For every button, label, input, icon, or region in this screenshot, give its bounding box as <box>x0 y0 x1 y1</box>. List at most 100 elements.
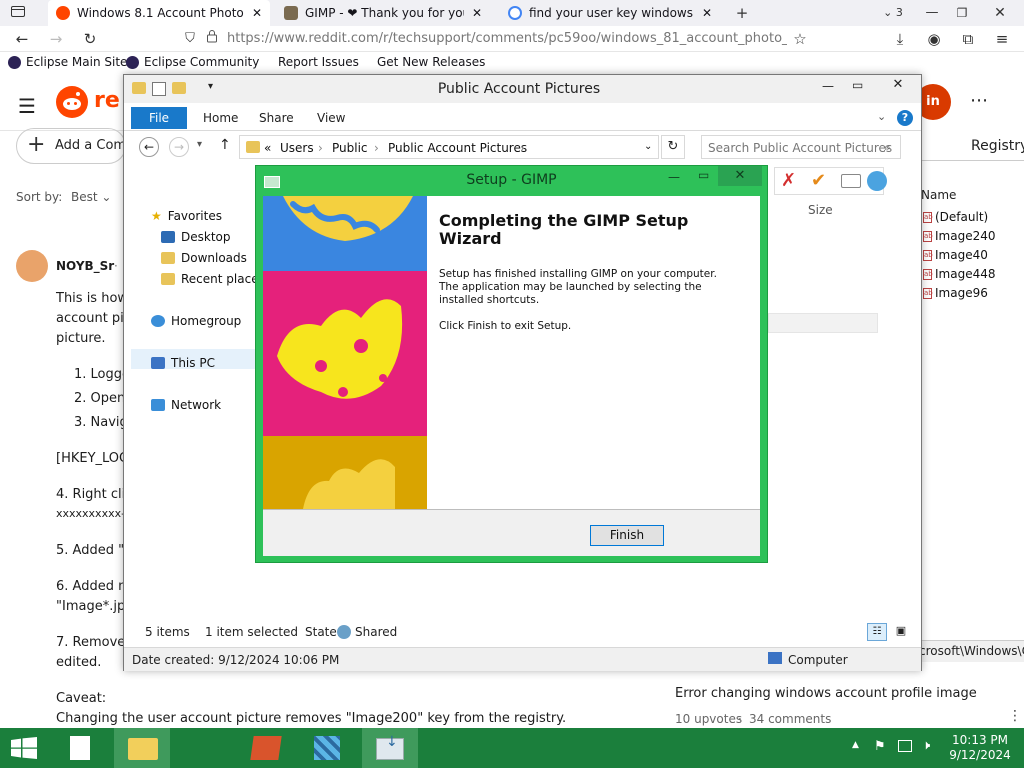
registry-name-column[interactable]: Name <box>921 188 956 202</box>
nav-network[interactable]: Network <box>151 398 221 412</box>
action-center-flag-icon[interactable]: ⚑ <box>874 739 886 754</box>
forward-icon[interactable]: → <box>46 29 66 49</box>
up-icon[interactable]: ↑ <box>219 137 231 153</box>
tab-overflow-button[interactable]: ⌄ 3 <box>876 3 910 23</box>
close-tab-icon[interactable]: ✕ <box>700 6 714 20</box>
more-options-icon[interactable]: ⋮ <box>1008 708 1022 724</box>
taskbar-document[interactable] <box>52 728 108 768</box>
tab-file[interactable]: File <box>131 107 187 129</box>
navigation-pane: ★ Favorites Desktop Downloads Recent plac… <box>131 165 265 625</box>
nav-desktop[interactable]: Desktop <box>161 230 231 244</box>
network-status-icon[interactable] <box>898 740 912 752</box>
add-comment-button[interactable]: + Add a Com <box>16 128 126 164</box>
close-tab-icon[interactable]: ✕ <box>470 6 484 20</box>
rename-icon[interactable] <box>841 174 861 188</box>
large-icons-view-icon[interactable]: ▣ <box>891 623 911 641</box>
breadcrumb-overflow[interactable]: « <box>264 141 271 155</box>
volume-muted-icon[interactable]: 🕨 <box>922 738 930 753</box>
reddit-logo-icon[interactable] <box>56 86 88 118</box>
close-window-icon[interactable]: ✕ <box>718 166 762 186</box>
refresh-icon[interactable]: ↻ <box>661 135 685 159</box>
nav-favorites[interactable]: ★ Favorites <box>151 209 222 223</box>
bookmark-eclipse-community[interactable]: Eclipse Community <box>126 55 259 69</box>
forward-icon[interactable]: → <box>169 137 189 157</box>
minimize-window-icon[interactable]: — <box>922 3 942 23</box>
share-icon[interactable] <box>867 171 887 191</box>
breadcrumb-public-account-pictures[interactable]: Public Account Pictures <box>388 141 527 155</box>
taskbar-registry-editor[interactable] <box>300 728 356 768</box>
nav-this-pc[interactable]: This PC <box>151 356 215 370</box>
back-icon[interactable]: ← <box>139 137 159 157</box>
recent-locations-icon[interactable]: ▾ <box>197 139 202 150</box>
checkmark-icon[interactable]: ✔ <box>811 170 826 191</box>
bookmark-eclipse-main[interactable]: Eclipse Main Site <box>8 55 127 69</box>
registry-value[interactable]: ab Image448 <box>923 267 996 281</box>
breadcrumb-separator[interactable]: › <box>374 141 379 155</box>
registry-value[interactable]: ab (Default) <box>923 210 988 224</box>
close-window-icon[interactable]: ✕ <box>876 75 920 95</box>
registry-value[interactable]: ab Image240 <box>923 229 996 243</box>
tab-google[interactable]: find your user key windows - Go ✕ <box>500 0 720 26</box>
taskbar-setup[interactable]: ↓ <box>362 728 418 768</box>
nav-homegroup[interactable]: Homegroup <box>151 314 241 328</box>
tracking-shield-icon[interactable]: ⛉ <box>180 29 200 49</box>
more-options-icon[interactable]: ⋯ <box>970 90 988 111</box>
menu-icon[interactable]: ≡ <box>992 29 1012 49</box>
extensions-icon[interactable]: ⧉ <box>958 29 978 49</box>
explorer-title-bar[interactable]: ▾ Public Account Pictures — ▭ ✕ <box>124 75 921 103</box>
dialog-title-bar[interactable]: Setup - GIMP — ▭ ✕ <box>256 166 767 194</box>
delete-icon[interactable]: ✗ <box>781 170 796 191</box>
size-column-header[interactable]: Size <box>808 203 833 217</box>
comment-username[interactable]: NOYB_Sr <box>56 259 114 273</box>
downloads-icon[interactable]: ⤓ <box>890 29 910 49</box>
account-icon[interactable]: ◉ <box>924 29 944 49</box>
close-tab-icon[interactable]: ✕ <box>250 6 264 20</box>
avatar[interactable] <box>16 250 48 282</box>
back-icon[interactable]: ← <box>12 29 32 49</box>
tab-home[interactable]: Home <box>191 107 250 129</box>
tab-reddit[interactable]: Windows 8.1 Account Photo Nc ✕ <box>48 0 270 26</box>
address-bar[interactable]: « Users › Public › Public Account Pictur… <box>239 135 659 159</box>
breadcrumb-separator[interactable]: › <box>520 141 525 155</box>
related-post-title[interactable]: Error changing windows account profile i… <box>675 686 977 701</box>
nav-downloads[interactable]: Downloads <box>161 251 247 265</box>
help-icon[interactable]: ? <box>897 110 913 126</box>
file-row-selected[interactable] <box>768 313 878 333</box>
address-dropdown-icon[interactable]: ⌄ <box>644 141 652 152</box>
url-bar[interactable]: https://www.reddit.com/r/techsupport/com… <box>227 28 787 50</box>
search-box[interactable]: Search Public Account Pictures ⌕ <box>701 135 901 159</box>
minimize-window-icon[interactable]: — <box>822 79 834 93</box>
maximize-window-icon[interactable]: ▭ <box>852 78 863 92</box>
bookmark-report-issues[interactable]: Report Issues <box>278 55 359 69</box>
tab-view[interactable]: View <box>305 107 357 129</box>
tab-gimp[interactable]: GIMP - ❤ Thank you for your ✕ <box>276 0 490 26</box>
lock-icon[interactable] <box>202 29 222 49</box>
expand-ribbon-icon[interactable]: ⌄ <box>877 110 886 123</box>
ribbon-tabs: File Home Share View ⌄ ? <box>131 107 915 129</box>
finish-button[interactable]: Finish <box>590 525 664 546</box>
bookmark-new-releases[interactable]: Get New Releases <box>377 55 485 69</box>
bookmark-star-icon[interactable]: ☆ <box>790 29 810 49</box>
details-view-icon[interactable]: ☷ <box>867 623 887 641</box>
restore-window-icon[interactable]: ❐ <box>952 3 972 23</box>
minimize-window-icon[interactable]: — <box>668 170 680 184</box>
hamburger-menu-icon[interactable]: ☰ <box>18 94 36 118</box>
registry-value[interactable]: ab Image40 <box>923 248 988 262</box>
taskbar-firefox[interactable] <box>238 728 294 768</box>
tab-list-icon[interactable] <box>8 3 28 23</box>
taskbar-file-explorer[interactable] <box>114 728 170 768</box>
breadcrumb-separator[interactable]: › <box>318 141 323 155</box>
show-hidden-icons[interactable]: ▲ <box>852 740 859 750</box>
start-button[interactable] <box>0 728 48 768</box>
sort-dropdown[interactable]: Best ⌄ <box>71 190 111 204</box>
tab-share[interactable]: Share <box>247 107 306 129</box>
taskbar-clock[interactable]: 10:13 PM 9/12/2024 <box>944 733 1016 763</box>
nav-recent-places[interactable]: Recent places <box>161 272 265 286</box>
registry-value[interactable]: ab Image96 <box>923 286 988 300</box>
close-window-icon[interactable]: ✕ <box>990 3 1010 23</box>
maximize-window-icon[interactable]: ▭ <box>698 168 709 182</box>
breadcrumb-users[interactable]: Users <box>280 141 314 155</box>
breadcrumb-public[interactable]: Public <box>332 141 368 155</box>
reload-icon[interactable]: ↻ <box>80 29 100 49</box>
new-tab-icon[interactable]: + <box>732 3 752 23</box>
